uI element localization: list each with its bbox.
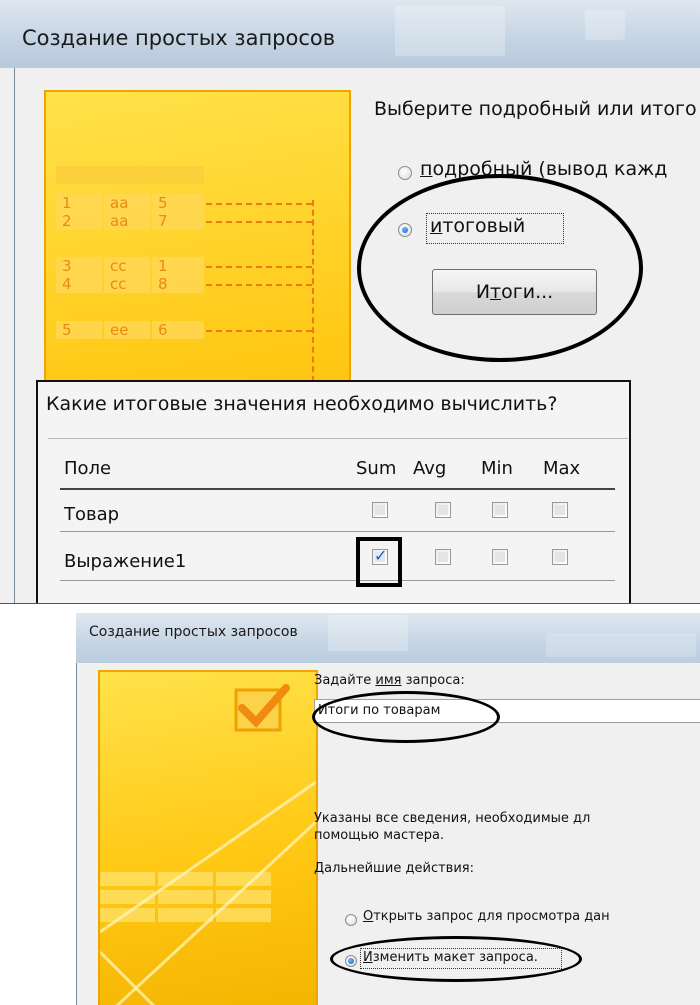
title-bar-ribbon-shadow <box>585 10 625 40</box>
checkbox-avg[interactable] <box>435 502 451 518</box>
illustration-cell: 2 <box>56 212 102 230</box>
illustration-cell: ee <box>104 321 150 339</box>
info-text-line2: помощью мастера. <box>314 828 445 843</box>
field-column-header: Поле <box>64 458 112 479</box>
annotation-oval <box>312 691 500 743</box>
title-bar-ribbon-shadow <box>395 6 505 56</box>
divider <box>48 438 628 439</box>
row-separator <box>60 580 615 581</box>
checkbox-fill <box>555 552 565 562</box>
finish-illustration <box>100 684 316 1005</box>
illustration-cell: cc <box>104 257 150 275</box>
wizard-illustration <box>98 670 318 1005</box>
checkbox-fill <box>555 505 565 515</box>
title-bar: Создание простых запросов <box>0 0 700 68</box>
detailed-radio-label[interactable]: подробный (вывод кажд <box>420 158 667 180</box>
simple-query-wizard-step-summary: Создание простых запросов 1 aa 5 2 aa 7 3 cc 1 4 c… <box>0 0 700 604</box>
window-title: Создание простых запросов <box>89 624 298 640</box>
illustration-cell: 6 <box>152 321 204 339</box>
function-header-min: Min <box>481 458 513 479</box>
field-name: Товар <box>64 504 120 525</box>
annotation-oval <box>330 936 582 982</box>
checkbox-sum[interactable] <box>372 502 388 518</box>
checkbox-fill <box>438 552 448 562</box>
window-title: Создание простых запросов <box>22 26 336 50</box>
illustration-cell: aa <box>104 194 150 212</box>
info-text-line1: Указаны все сведения, необходимые дл <box>314 811 591 826</box>
query-name-label: Задайте имя запроса: <box>314 673 465 688</box>
checkbox-max[interactable] <box>552 502 568 518</box>
illustration-connector <box>206 221 312 223</box>
title-bar-ribbon-shadow <box>328 615 408 651</box>
illustration-cell: 7 <box>152 212 204 230</box>
illustration-cell: 3 <box>56 257 102 275</box>
open-query-radio[interactable] <box>345 914 357 926</box>
checkbox-fill <box>375 505 385 515</box>
summary-question: Какие итоговые значения необходимо вычис… <box>46 393 558 415</box>
decor-line <box>100 950 156 1005</box>
annotation-box <box>356 537 402 587</box>
illustration-connector <box>206 330 312 332</box>
title-bar: Создание простых запросов <box>76 613 700 663</box>
illustration-cell: cc <box>104 275 150 293</box>
illustration-connector <box>206 284 312 286</box>
checkbox-fill <box>495 505 505 515</box>
field-name: Выражение1 <box>64 551 187 572</box>
illustration-connector <box>206 203 312 205</box>
function-header-max: Max <box>543 458 581 479</box>
checkbox-fill <box>438 505 448 515</box>
simple-query-wizard-step-finish: Создание простых запросов Задайте имя за… <box>76 613 700 1005</box>
function-header-avg: Avg <box>413 458 447 479</box>
illustration-cell: 5 <box>152 194 204 212</box>
illustration-header <box>56 166 204 184</box>
checkbox-fill <box>495 552 505 562</box>
row-separator <box>60 488 615 490</box>
illustration-connector <box>312 200 314 382</box>
checkbox-avg[interactable] <box>435 549 451 565</box>
annotation-oval <box>357 174 643 362</box>
detailed-radio[interactable] <box>398 166 412 180</box>
illustration-cell: 4 <box>56 275 102 293</box>
summary-options-panel: Какие итоговые значения необходимо вычис… <box>36 380 631 603</box>
open-query-label[interactable]: Открыть запрос для просмотра дан <box>363 909 610 924</box>
row-separator <box>60 531 615 532</box>
illustration-cell: 5 <box>56 321 102 339</box>
title-bar-ribbon-shadow <box>546 633 696 657</box>
function-header-sum: Sum <box>356 458 397 479</box>
illustration-cell: aa <box>104 212 150 230</box>
illustration-cell: 1 <box>56 194 102 212</box>
detail-summary-question: Выберите подробный или итого <box>374 98 697 120</box>
checkbox-min[interactable] <box>492 549 508 565</box>
checkbox-min[interactable] <box>492 502 508 518</box>
checkbox-max[interactable] <box>552 549 568 565</box>
illustration-connector <box>206 266 312 268</box>
illustration-cell: 8 <box>152 275 204 293</box>
illustration-cell: 1 <box>152 257 204 275</box>
next-actions-label: Дальнейшие действия: <box>314 861 474 876</box>
